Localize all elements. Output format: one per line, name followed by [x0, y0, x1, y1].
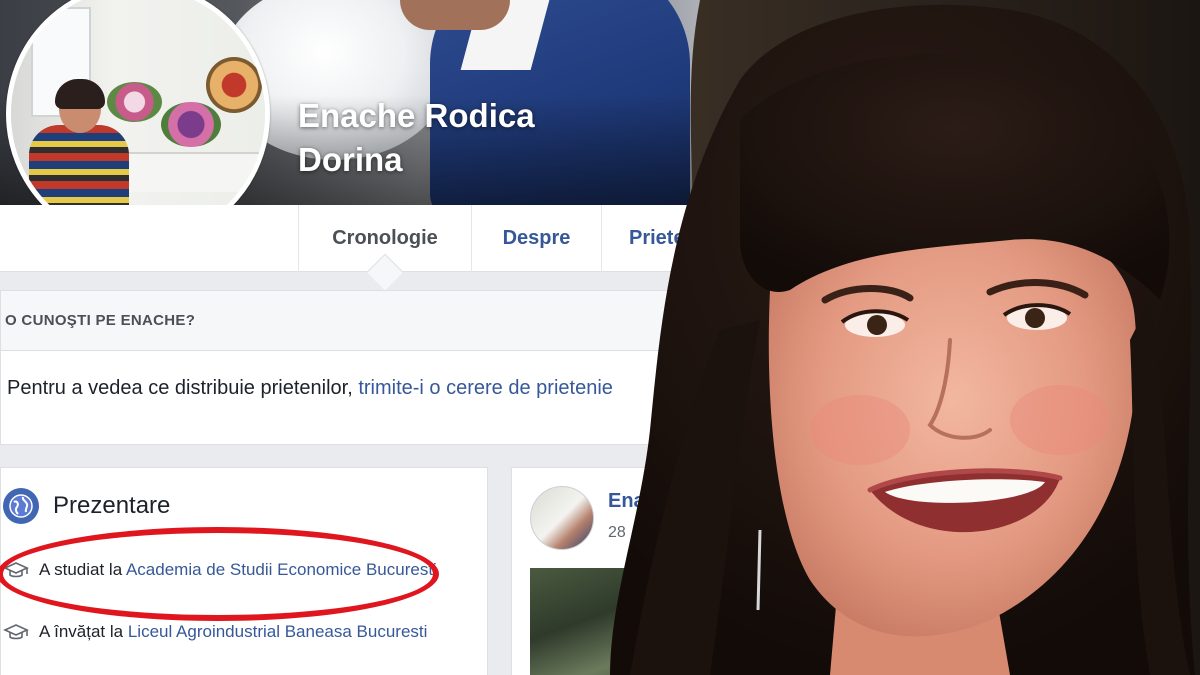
- friend-request-body: Pentru a vedea ce distribuie prietenilor…: [7, 377, 359, 399]
- school-link-liceu[interactable]: Liceul Agroindustrial Baneasa Bucuresti: [128, 622, 428, 641]
- education-prefix: A învățat la: [39, 622, 128, 641]
- graduation-cap-icon: [3, 622, 29, 644]
- post-author-avatar[interactable]: [530, 486, 594, 550]
- tab-despre[interactable]: Despre: [471, 205, 601, 272]
- profile-name-line1: Enache Rodica: [298, 97, 535, 134]
- portrait-photo-overlay: [590, 0, 1200, 675]
- red-highlight-ellipse: [0, 527, 439, 621]
- profile-name[interactable]: Enache Rodica Dorina: [298, 94, 628, 182]
- send-friend-request-link[interactable]: trimite-i o cerere de prietenie: [358, 377, 613, 399]
- intro-title: Prezentare: [53, 492, 171, 519]
- cover-photo-hand: [400, 0, 510, 30]
- profile-name-line2: Dorina: [298, 141, 403, 178]
- globe-icon: [3, 488, 39, 524]
